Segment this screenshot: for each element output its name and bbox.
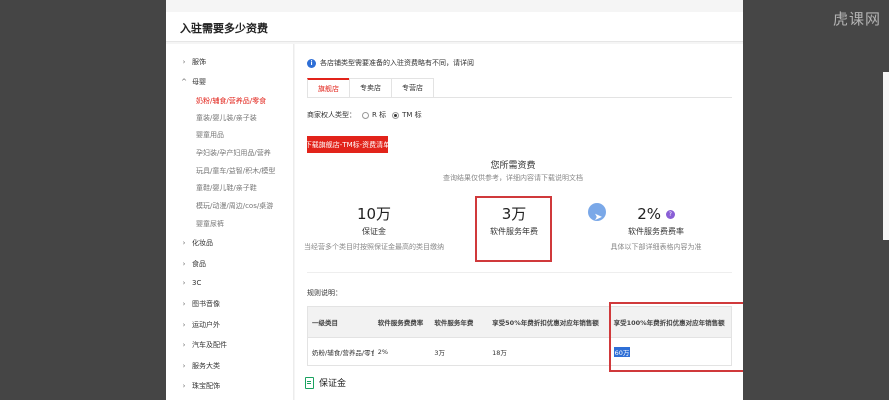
chevron-right-icon: › <box>182 239 186 247</box>
adjacent-panel <box>883 72 889 240</box>
tab-franchise[interactable]: 专卖店 <box>349 78 392 98</box>
chevron-right-icon: › <box>182 260 186 268</box>
category-sidebar: › 服饰 ^ 母婴 奶粉/辅食/营养品/零食 童装/婴儿装/亲子装 婴童用品 孕妇装… <box>166 44 294 400</box>
sidebar-item-books[interactable]: › 图书音像 <box>180 299 220 309</box>
chevron-right-icon: › <box>182 341 186 349</box>
tab-divider <box>307 97 732 98</box>
mouse-cursor-icon: ➤ <box>594 212 603 223</box>
chevron-right-icon: › <box>182 300 186 308</box>
fee-deposit-label: 保证金 <box>362 227 386 236</box>
table-cell: 3万 <box>434 348 446 357</box>
sidebar-item-3c[interactable]: › 3C <box>180 279 202 287</box>
right-backdrop: 虎课网 <box>743 0 889 400</box>
sidebar-item-services[interactable]: › 服务大类 <box>180 361 220 371</box>
fees-title: 您所需资费 <box>490 161 536 171</box>
fee-rate-desc: 具体以下部详细表格内容为准 <box>610 243 702 251</box>
fees-subtitle: 查询结果仅供参考，详细内容请下载说明文档 <box>443 174 583 182</box>
chevron-right-icon: › <box>182 58 186 66</box>
info-icon: i <box>307 58 316 68</box>
page-title: 入驻需要多少资费 <box>180 22 268 35</box>
chevron-up-icon: ^ <box>181 78 187 86</box>
section-divider <box>307 272 732 273</box>
sidebar-subitem-anime[interactable]: 模玩/动漫/周边/cos/桌游 <box>196 201 273 211</box>
table-cell: 奶粉/辅食/营养品/零食 <box>312 348 374 357</box>
sidebar-item-clothing[interactable]: › 服饰 <box>180 57 206 67</box>
watermark-logo: 虎课网 <box>832 10 881 28</box>
page-header: 入驻需要多少资费 <box>166 12 743 42</box>
table-cell: 18万 <box>492 348 507 357</box>
table-header-cell: 享受50%年费折扣优惠对应年销售额 <box>492 319 599 327</box>
download-fee-list-button[interactable]: 下载旗舰店-TM标-资费清单 <box>305 136 390 153</box>
fee-page: 入驻需要多少资费 › 服饰 ^ 母婴 奶粉/辅食/营养品/零食 童装/婴儿装/亲子装… <box>166 0 743 400</box>
left-backdrop <box>0 0 166 400</box>
sidebar-subitem-diapers[interactable]: 婴童尿裤 <box>196 219 224 229</box>
tab-specialty[interactable]: 专营店 <box>391 78 434 98</box>
highlight-box-discount-columns <box>609 302 743 372</box>
fee-rate-label: 软件服务费费率 <box>628 227 684 236</box>
fee-deposit-value: 10万 <box>356 205 392 223</box>
radio-circle-icon <box>362 111 369 119</box>
table-header-cell: 软件服务费费率 <box>377 319 424 327</box>
fee-content: i 各店铺类型需要准备的入驻资费略有不同，请详阅 旗舰店 专卖店 专营店 商家权… <box>295 44 743 400</box>
store-type-tabs: 旗舰店 专卖店 专营店 <box>307 78 434 98</box>
fee-deposit-desc: 当经营多个类目时按照保证金最高的类目缴纳 <box>304 243 444 251</box>
sidebar-subitem-baby-goods[interactable]: 婴童用品 <box>196 130 224 140</box>
radio-r-mark[interactable]: R 标 <box>362 110 386 120</box>
document-icon <box>305 376 314 389</box>
sidebar-item-cosmetics[interactable]: › 化妆品 <box>180 238 213 248</box>
chevron-right-icon: › <box>182 321 186 329</box>
sidebar-item-auto[interactable]: › 汽车及配件 <box>180 340 227 350</box>
trademark-type-label: 商家权人类型： <box>307 111 356 119</box>
deposit-section-heading: 保证金 <box>305 376 346 389</box>
tab-flagship[interactable]: 旗舰店 <box>307 78 350 98</box>
chevron-right-icon: › <box>182 279 186 287</box>
sidebar-item-sports[interactable]: › 运动户外 <box>180 320 220 330</box>
radio-circle-icon <box>392 111 400 119</box>
chevron-right-icon: › <box>182 382 186 390</box>
question-icon[interactable]: ? <box>665 210 675 219</box>
sidebar-subitem-maternity[interactable]: 孕妇装/孕产妇用品/营养 <box>196 148 271 158</box>
table-header-cell: 软件服务年费 <box>434 319 474 327</box>
notice: i 各店铺类型需要准备的入驻资费略有不同，请详阅 <box>307 58 474 68</box>
chevron-right-icon: › <box>182 362 186 370</box>
sidebar-item-mother-baby[interactable]: ^ 母婴 <box>180 77 206 87</box>
sidebar-subitem-toys[interactable]: 玩具/童车/益智/积木/模型 <box>196 166 275 176</box>
notice-text: 各店铺类型需要准备的入驻资费略有不同，请详阅 <box>320 59 474 67</box>
sidebar-subitem-milk-powder[interactable]: 奶粉/辅食/营养品/零食 <box>196 96 266 106</box>
sidebar-item-jewelry[interactable]: › 珠宝配饰 <box>180 381 220 391</box>
sidebar-subitem-kids-clothing[interactable]: 童装/婴儿装/亲子装 <box>196 113 257 123</box>
sidebar-subitem-kids-shoes[interactable]: 童鞋/婴儿鞋/亲子鞋 <box>196 183 257 193</box>
table-header-cell: 一级类目 <box>312 319 338 327</box>
table-cell: 2% <box>377 347 388 356</box>
sidebar-item-food[interactable]: › 食品 <box>180 259 206 269</box>
trademark-type: 商家权人类型： R 标 TM 标 <box>307 110 422 120</box>
rules-label: 规则说明： <box>307 289 342 297</box>
highlight-box-annual-fee <box>475 196 552 262</box>
radio-tm-mark[interactable]: TM 标 <box>392 110 422 120</box>
fee-deposit: 10万 保证金 当经营多个类目时按照保证金最高的类目缴纳 <box>299 204 449 252</box>
